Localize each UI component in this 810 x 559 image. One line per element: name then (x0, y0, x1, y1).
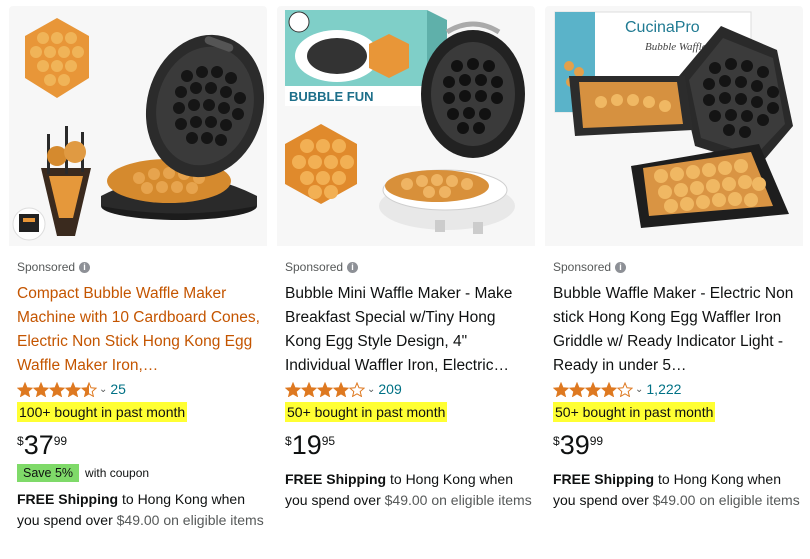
rating-count[interactable]: 209 (378, 381, 401, 397)
shipping-threshold: $49.00 on eligible items (652, 492, 800, 508)
box-brand-text: BUBBLE FUN (289, 89, 374, 104)
price-whole: 37 (23, 430, 54, 460)
sponsored-label[interactable]: Sponsored i (553, 260, 627, 274)
price[interactable]: $ 19 95 (285, 430, 335, 460)
shipping-info: FREE Shipping to Hong Kong when you spen… (17, 489, 265, 531)
star-icon (553, 381, 569, 397)
info-icon[interactable]: i (615, 261, 627, 273)
price-symbol: $ (17, 434, 24, 448)
coupon-row: Save 5% with coupon (17, 464, 149, 482)
shipping-info: FREE Shipping to Hong Kong when you spen… (553, 469, 801, 511)
chevron-down-icon[interactable]: ⌄ (367, 384, 375, 395)
price-whole: 19 (291, 430, 322, 460)
rating-row[interactable]: ⌄ 1,222 (553, 381, 681, 397)
bubble-waffle-image (25, 18, 89, 98)
free-shipping-label: FREE Shipping (285, 471, 387, 487)
price-whole: 39 (559, 430, 590, 460)
waffle-cone-image (41, 126, 91, 236)
info-icon[interactable]: i (347, 261, 359, 273)
chevron-down-icon[interactable]: ⌄ (635, 384, 643, 395)
product-image-1[interactable] (9, 6, 267, 246)
product-card-3[interactable]: CucinaPro Bubble Waffle Maker Sponsored … (545, 6, 803, 559)
rating-row[interactable]: ⌄ 209 (285, 381, 402, 397)
star-icon (617, 381, 633, 397)
star-icon (569, 381, 585, 397)
star-icon (317, 381, 333, 397)
star-icon (601, 381, 617, 397)
price[interactable]: $ 39 99 (553, 430, 603, 460)
product-card-1[interactable]: Sponsored i Compact Bubble Waffle Maker … (9, 6, 267, 559)
product-title[interactable]: Bubble Mini Waffle Maker - Make Breakfas… (285, 282, 531, 378)
bought-in-past-month: 50+ bought in past month (285, 402, 448, 422)
save-badge: Save 5% (17, 464, 80, 482)
sponsored-label[interactable]: Sponsored i (285, 260, 359, 274)
star-icon (49, 381, 65, 397)
info-icon[interactable]: i (79, 261, 91, 273)
rating-row[interactable]: ⌄ 25 (17, 381, 126, 397)
bubble-waffle-image (285, 124, 357, 204)
sponsored-text: Sponsored (17, 260, 76, 274)
sponsored-text: Sponsored (553, 260, 612, 274)
chevron-down-icon[interactable]: ⌄ (99, 384, 107, 395)
star-icon (285, 381, 301, 397)
product-title[interactable]: Bubble Waffle Maker - Electric Non stick… (553, 282, 799, 378)
star-icon (81, 381, 97, 397)
rating-count[interactable]: 25 (110, 381, 126, 397)
product-image-2[interactable]: BUBBLE FUN (277, 6, 535, 246)
shipping-threshold: $49.00 on eligible items (116, 512, 264, 528)
price[interactable]: $ 37 99 (17, 430, 67, 460)
sponsored-label[interactable]: Sponsored i (17, 260, 91, 274)
price-fraction: 99 (589, 434, 604, 448)
star-icon (585, 381, 601, 397)
waffle-maker-image (101, 34, 265, 220)
star-rating[interactable] (17, 381, 97, 397)
star-icon (33, 381, 49, 397)
price-fraction: 95 (321, 434, 336, 448)
bought-in-past-month: 50+ bought in past month (553, 402, 716, 422)
brand-logo-text: CucinaPro (625, 19, 700, 36)
star-rating[interactable] (553, 381, 633, 397)
bought-in-past-month: 100+ bought in past month (17, 402, 188, 422)
shipping-threshold: $49.00 on eligible items (384, 492, 532, 508)
cone-box-thumbnail (12, 207, 46, 241)
free-shipping-label: FREE Shipping (553, 471, 655, 487)
star-icon (17, 381, 33, 397)
star-rating[interactable] (285, 381, 365, 397)
product-title[interactable]: Compact Bubble Waffle Maker Machine with… (17, 282, 263, 378)
coupon-text: with coupon (85, 466, 150, 480)
product-card-2[interactable]: BUBBLE FUN Sponsored i Bubble Mini Waffl… (277, 6, 535, 559)
price-symbol: $ (285, 434, 292, 448)
free-shipping-label: FREE Shipping (17, 491, 119, 507)
rating-count[interactable]: 1,222 (646, 381, 681, 397)
product-image-3[interactable]: CucinaPro Bubble Waffle Maker (545, 6, 803, 246)
price-symbol: $ (553, 434, 560, 448)
shipping-info: FREE Shipping to Hong Kong when you spen… (285, 469, 533, 511)
star-icon (301, 381, 317, 397)
star-icon (333, 381, 349, 397)
star-icon (349, 381, 365, 397)
open-maker-image (569, 76, 693, 136)
sponsored-text: Sponsored (285, 260, 344, 274)
star-icon (65, 381, 81, 397)
price-fraction: 99 (53, 434, 68, 448)
